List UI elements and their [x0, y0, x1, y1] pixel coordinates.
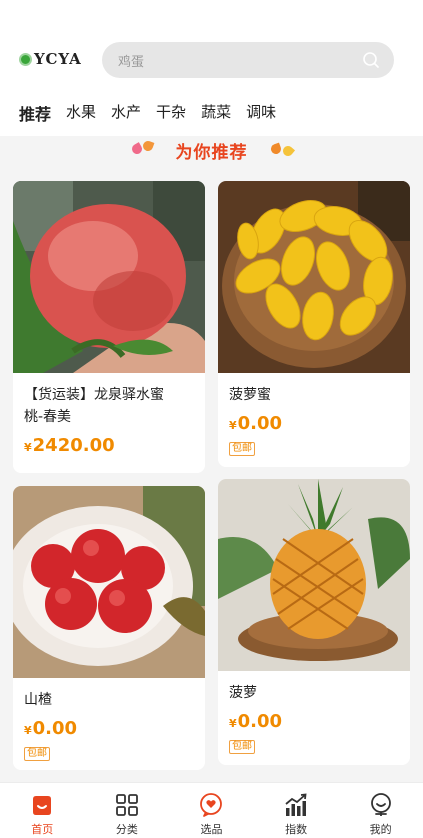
recommend-section-header: 为你推荐	[0, 138, 423, 163]
search-icon[interactable]	[362, 51, 380, 69]
nav-home[interactable]: 首页	[0, 783, 85, 838]
nav-label: 我的	[369, 823, 392, 836]
product-name: 菠萝蜜	[229, 387, 271, 403]
bottom-nav: 首页 分类 选品 指数 我的	[0, 782, 423, 838]
product-card[interactable]: 山楂 ¥0.00 包邮	[13, 486, 205, 770]
product-name: 菠萝	[229, 685, 257, 701]
free-shipping-badge: 包邮	[24, 747, 50, 761]
nav-index[interactable]: 指数	[254, 783, 339, 838]
nav-label: 选品	[200, 823, 223, 836]
petal-right-icon	[269, 142, 283, 156]
tab-dried-goods[interactable]: 干杂	[156, 101, 186, 125]
search-input[interactable]: 鸡蛋	[102, 42, 394, 78]
product-name-line2: 桃-春美	[24, 409, 72, 425]
app-logo[interactable]: YCYA	[19, 50, 82, 68]
product-name: 山楂	[24, 692, 52, 708]
nav-category[interactable]: 分类	[85, 783, 170, 838]
top-bar: YCYA 鸡蛋 推荐 水果 水产 干杂 蔬菜 调味	[0, 0, 423, 136]
heart-chat-icon	[200, 793, 223, 817]
tab-fruit[interactable]: 水果	[66, 101, 96, 125]
product-name: 【货运装】龙泉驿水蜜	[24, 387, 164, 403]
nav-label: 指数	[285, 823, 308, 836]
chart-icon	[285, 793, 307, 816]
grid-icon	[115, 794, 138, 816]
nav-selection[interactable]: 选品	[169, 783, 254, 838]
product-card[interactable]: 菠萝 ¥0.00 包邮	[218, 479, 410, 765]
petal-left-icon	[130, 142, 144, 156]
product-price: ¥0.00	[229, 413, 283, 434]
product-card[interactable]: 【货运装】龙泉驿水蜜 桃-春美 ¥2420.00	[13, 181, 205, 473]
tab-vegetables[interactable]: 蔬菜	[201, 101, 231, 125]
nav-label: 首页	[31, 823, 54, 836]
category-tabs: 推荐 水果 水产 干杂 蔬菜 调味	[19, 101, 276, 125]
product-price: ¥0.00	[24, 718, 78, 739]
product-image-jackfruit	[218, 181, 410, 373]
petal-right-icon-2	[280, 143, 296, 159]
logo-text: YCYA	[34, 50, 82, 68]
free-shipping-badge: 包邮	[229, 740, 255, 754]
tab-seasoning[interactable]: 调味	[246, 101, 276, 125]
nav-label: 分类	[115, 823, 138, 836]
section-title: 为你推荐	[175, 143, 248, 163]
product-price: ¥2420.00	[24, 435, 115, 456]
petal-left-icon-2	[141, 139, 155, 153]
free-shipping-badge: 包邮	[229, 442, 255, 456]
product-image-hawthorn	[13, 486, 205, 678]
logo-mark-icon	[19, 52, 32, 66]
product-image-pineapple	[218, 479, 410, 671]
product-price: ¥0.00	[229, 711, 283, 732]
profile-icon	[370, 793, 391, 816]
product-image-peach	[13, 181, 205, 373]
product-card[interactable]: 菠萝蜜 ¥0.00 包邮	[218, 181, 410, 467]
nav-profile[interactable]: 我的	[338, 783, 423, 838]
tab-recommend[interactable]: 推荐	[19, 101, 51, 125]
search-placeholder: 鸡蛋	[118, 54, 145, 70]
home-icon	[33, 796, 52, 815]
tab-seafood[interactable]: 水产	[111, 101, 141, 125]
